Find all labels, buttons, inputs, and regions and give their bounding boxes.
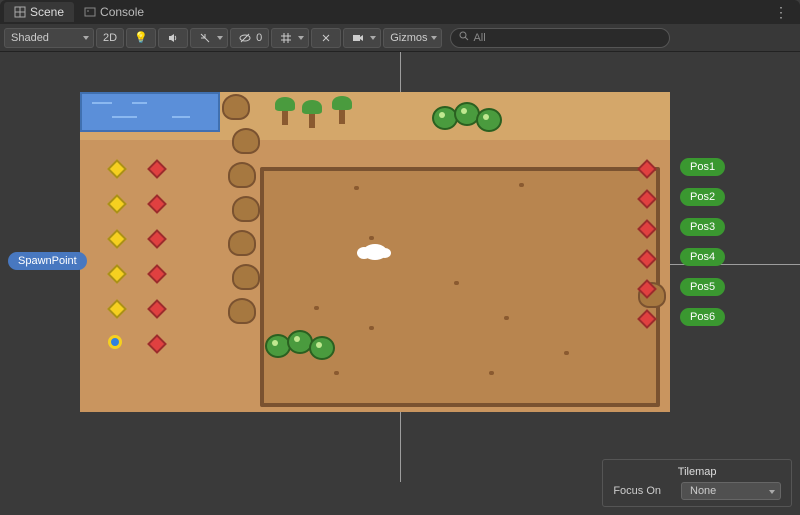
speck bbox=[489, 371, 494, 375]
marker-yellow bbox=[107, 264, 127, 284]
search-icon bbox=[459, 31, 469, 44]
search-placeholder: All bbox=[473, 32, 485, 44]
marker-red bbox=[147, 194, 167, 214]
shading-dropdown[interactable]: Shaded bbox=[4, 28, 94, 48]
scene-viewport[interactable]: SpawnPoint Pos1 Pos2 Pos3 Pos4 Pos5 Pos6… bbox=[0, 52, 800, 515]
tab-bar: Scene Console ⋮ bbox=[0, 0, 800, 24]
focus-dropdown[interactable]: None bbox=[681, 482, 781, 500]
speck bbox=[334, 371, 339, 375]
eye-off-icon bbox=[237, 30, 253, 46]
palm-sprite bbox=[332, 96, 352, 124]
speck bbox=[504, 316, 509, 320]
camera-icon bbox=[350, 30, 366, 46]
speck bbox=[369, 236, 374, 240]
grid-dropdown[interactable] bbox=[271, 28, 309, 48]
tag-pos1[interactable]: Pos1 bbox=[680, 158, 725, 176]
panel-title: Tilemap bbox=[613, 466, 781, 478]
fx-dropdown[interactable] bbox=[190, 28, 228, 48]
gizmos-dropdown[interactable]: Gizmos bbox=[383, 28, 442, 48]
tilemap-scene bbox=[80, 92, 670, 412]
palm-sprite bbox=[275, 97, 295, 125]
speaker-icon bbox=[165, 30, 181, 46]
lighting-toggle[interactable]: 💡 bbox=[126, 28, 156, 48]
rock-sprite bbox=[228, 162, 256, 188]
inner-play-area bbox=[260, 167, 660, 407]
tag-pos3[interactable]: Pos3 bbox=[680, 218, 725, 236]
search-input[interactable]: All bbox=[450, 28, 670, 48]
editor-window: Scene Console ⋮ Shaded 2D 💡 0 Gizmos All bbox=[0, 0, 800, 515]
rock-sprite bbox=[228, 230, 256, 256]
fx-icon bbox=[197, 30, 213, 46]
tab-label: Scene bbox=[30, 5, 64, 19]
console-icon bbox=[84, 6, 96, 18]
visibility-toggle[interactable]: 0 bbox=[230, 28, 269, 48]
bush-sprite bbox=[476, 108, 502, 132]
tag-pos6[interactable]: Pos6 bbox=[680, 308, 725, 326]
tilemap-panel: Tilemap Focus On None bbox=[602, 459, 792, 507]
tab-label: Console bbox=[100, 5, 144, 19]
speck bbox=[564, 351, 569, 355]
scene-icon bbox=[14, 6, 26, 18]
speck bbox=[354, 186, 359, 190]
tab-scene[interactable]: Scene bbox=[4, 2, 74, 22]
grid-icon bbox=[278, 30, 294, 46]
tag-spawnpoint[interactable]: SpawnPoint bbox=[8, 252, 87, 270]
tab-console[interactable]: Console bbox=[74, 2, 154, 22]
tag-pos5[interactable]: Pos5 bbox=[680, 278, 725, 296]
marker-red bbox=[147, 264, 167, 284]
tag-pos2[interactable]: Pos2 bbox=[680, 188, 725, 206]
rock-sprite bbox=[232, 128, 260, 154]
wave bbox=[112, 116, 137, 118]
player-sprite bbox=[363, 244, 387, 260]
marker-yellow bbox=[107, 229, 127, 249]
tab-menu-icon[interactable]: ⋮ bbox=[766, 4, 796, 21]
marker-red bbox=[147, 229, 167, 249]
marker-red bbox=[147, 299, 167, 319]
marker-yellow bbox=[107, 194, 127, 214]
marker-red bbox=[147, 334, 167, 354]
marker-yellow bbox=[107, 159, 127, 179]
rock-sprite bbox=[232, 264, 260, 290]
audio-toggle[interactable] bbox=[158, 28, 188, 48]
scene-toolbar: Shaded 2D 💡 0 Gizmos All bbox=[0, 24, 800, 52]
speck bbox=[314, 306, 319, 310]
rock-sprite bbox=[228, 298, 256, 324]
wave bbox=[92, 102, 112, 104]
tools-button[interactable] bbox=[311, 28, 341, 48]
marker-yellow bbox=[107, 299, 127, 319]
marker-red bbox=[147, 159, 167, 179]
speck bbox=[369, 326, 374, 330]
palm-sprite bbox=[302, 100, 322, 128]
rock-sprite bbox=[232, 196, 260, 222]
tools-icon bbox=[318, 30, 334, 46]
rock-sprite bbox=[222, 94, 250, 120]
lightbulb-icon: 💡 bbox=[133, 30, 149, 46]
water-tile bbox=[80, 92, 220, 132]
wave bbox=[132, 102, 147, 104]
speck bbox=[454, 281, 459, 285]
marker-spawn bbox=[108, 335, 122, 349]
camera-dropdown[interactable] bbox=[343, 28, 381, 48]
focus-label: Focus On bbox=[613, 485, 661, 497]
tag-pos4[interactable]: Pos4 bbox=[680, 248, 725, 266]
speck bbox=[519, 183, 524, 187]
wave bbox=[172, 116, 190, 118]
bush-sprite bbox=[309, 336, 335, 360]
2d-toggle[interactable]: 2D bbox=[96, 28, 124, 48]
